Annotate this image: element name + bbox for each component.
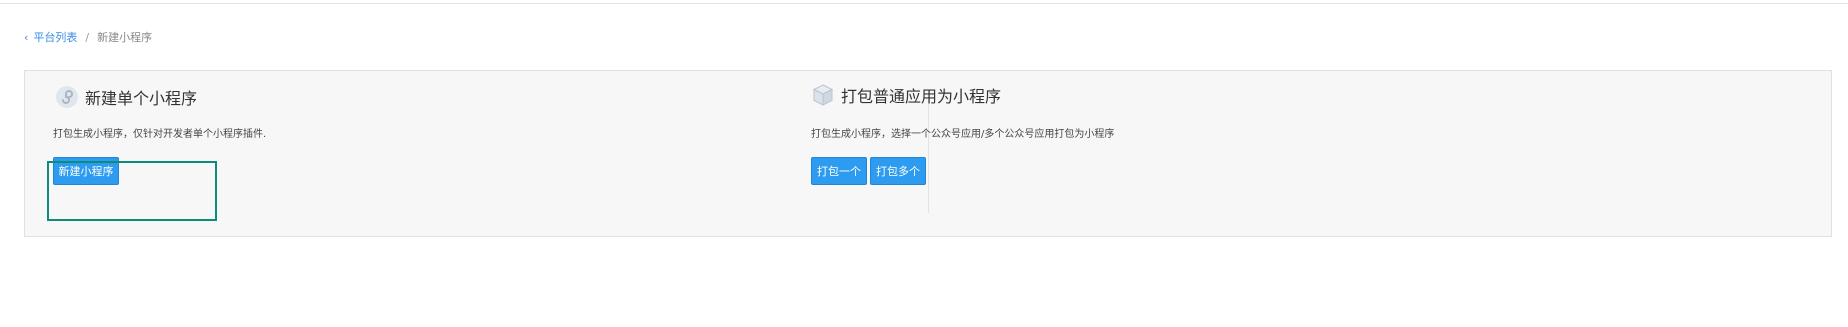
miniprogram-logo-icon: [55, 85, 79, 109]
create-options-panel: 新建单个小程序 打包生成小程序，仅针对开发者单个小程序插件. 新建小程序 打包普…: [24, 70, 1832, 237]
card-package-description: 打包生成小程序，选择一个公众号应用/多个公众号应用打包为小程序: [811, 129, 1115, 140]
card-single-description: 打包生成小程序，仅针对开发者单个小程序插件.: [53, 129, 267, 140]
top-divider: [0, 3, 1848, 4]
package-one-button[interactable]: 打包一个: [811, 157, 867, 185]
chevron-left-icon: ‹: [24, 30, 29, 44]
package-box-icon: [811, 83, 835, 107]
card-package-title-text: 打包普通应用为小程序: [841, 87, 1002, 106]
package-many-button[interactable]: 打包多个: [870, 157, 926, 185]
card-single-title-text: 新建单个小程序: [85, 89, 198, 108]
breadcrumb-current: 新建小程序: [97, 31, 153, 44]
breadcrumb-separator: /: [85, 30, 90, 44]
breadcrumb-back-link[interactable]: ‹ 平台列表: [24, 29, 77, 45]
card-package-title: 打包普通应用为小程序: [811, 83, 1001, 107]
breadcrumb: ‹ 平台列表 / 新建小程序: [24, 29, 152, 45]
card-single-title: 新建单个小程序: [55, 85, 197, 109]
card-divider: [928, 95, 929, 213]
breadcrumb-back-label: 平台列表: [33, 31, 78, 44]
new-miniprogram-button[interactable]: 新建小程序: [53, 157, 119, 185]
